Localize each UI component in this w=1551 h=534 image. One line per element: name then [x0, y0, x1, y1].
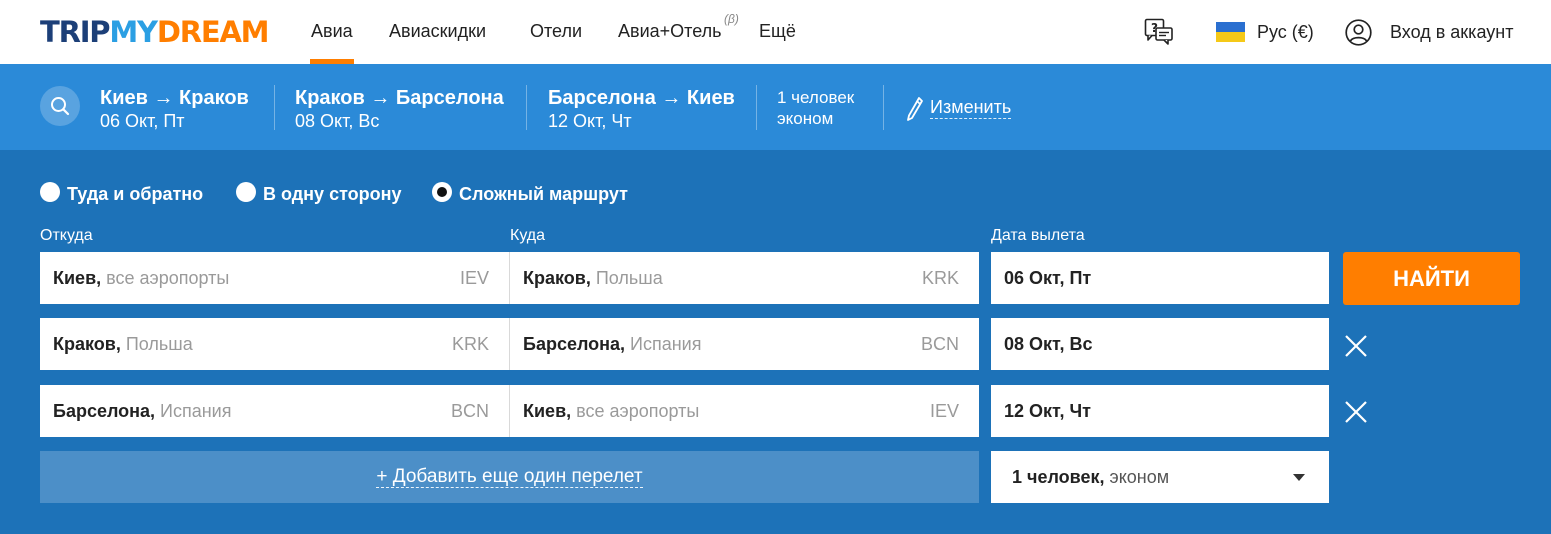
summary-passengers: 1 человек эконом — [777, 87, 854, 129]
summary-segment-2: Краков → Барселона 08 Окт, Вс — [295, 86, 504, 132]
departure-date-field[interactable]: 12 Окт, Чт — [991, 385, 1329, 437]
summary-segment-1: Киев → Краков 06 Окт, Пт — [100, 86, 249, 132]
departure-date-field[interactable]: 08 Окт, Вс — [991, 318, 1329, 370]
chevron-down-icon — [1293, 474, 1305, 481]
language-currency-selector[interactable]: Рус (€) — [1257, 21, 1314, 43]
passengers-class-select[interactable]: 1 человек, эконом — [991, 451, 1329, 503]
radio-button[interactable] — [40, 182, 60, 202]
airport-code: IEV — [929, 401, 959, 421]
login-link[interactable]: Вход в аккаунт — [1390, 21, 1513, 43]
airport-code: KRK — [451, 334, 489, 354]
summary-divider — [756, 85, 757, 130]
nav-item-avia-hotel[interactable]: Авиа+Отель — [618, 20, 721, 42]
summary-route: Киев → Краков — [100, 87, 249, 109]
search-icon — [51, 97, 70, 116]
to-column-label: Куда — [510, 227, 546, 244]
summary-date: 08 Окт, Вс — [295, 111, 380, 131]
airport-code: BCN — [450, 401, 489, 421]
search-summary-button[interactable] — [40, 86, 80, 126]
to-field[interactable]: Барселона, Испания BCN — [510, 318, 979, 370]
ukraine-flag-icon[interactable] — [1216, 22, 1245, 42]
summary-divider — [883, 85, 884, 130]
summary-divider — [526, 85, 527, 130]
date-column-label: Дата вылета — [991, 227, 1085, 244]
summary-cabin-class: эконом — [777, 109, 834, 128]
summary-passenger-count: 1 человек — [777, 88, 855, 107]
edit-search-link[interactable]: Изменить — [930, 96, 1012, 119]
add-flight-button[interactable]: + Добавить еще один перелет — [40, 451, 979, 503]
summary-route: Барселона → Киев — [548, 87, 735, 109]
pencil-icon[interactable] — [906, 96, 924, 122]
user-account-icon[interactable] — [1345, 19, 1372, 46]
from-field[interactable]: Краков, Польша KRK — [40, 318, 509, 370]
airport-code: BCN — [920, 334, 959, 354]
top-header: TRIPMYDREAM Авиа Авиаскидки Отели Авиа+О… — [0, 0, 1551, 64]
remove-flight-close-icon[interactable] — [1341, 397, 1371, 427]
summary-date: 06 Окт, Пт — [100, 111, 185, 131]
nav-item-avia[interactable]: Авиа — [310, 20, 354, 64]
search-button[interactable]: НАЙТИ — [1343, 252, 1520, 305]
remove-flight-close-icon[interactable] — [1341, 331, 1371, 361]
nav-item-avia-discounts[interactable]: Авиаскидки — [389, 20, 486, 42]
summary-route: Краков → Барселона — [295, 87, 504, 109]
tripmydream-logo[interactable]: TRIPMYDREAM — [40, 15, 270, 49]
help-chat-icon[interactable]: ? — [1144, 18, 1174, 46]
nav-item-more[interactable]: Ещё — [759, 20, 796, 42]
to-field[interactable]: Киев, все аэропорты IEV — [510, 385, 979, 437]
from-field[interactable]: Барселона, Испания BCN — [40, 385, 509, 437]
beta-badge: (β) — [724, 12, 739, 26]
departure-date-field[interactable]: 06 Окт, Пт — [991, 252, 1329, 304]
airport-code: IEV — [459, 268, 489, 288]
from-column-label: Откуда — [40, 227, 93, 244]
nav-item-hotels[interactable]: Отели — [530, 20, 582, 42]
summary-divider — [274, 85, 275, 130]
radio-button-selected[interactable] — [432, 182, 452, 202]
to-field[interactable]: Краков, Польша KRK — [510, 252, 979, 304]
summary-segment-3: Барселона → Киев 12 Окт, Чт — [548, 86, 735, 132]
from-field[interactable]: Киев, все аэропорты IEV — [40, 252, 509, 304]
summary-date: 12 Окт, Чт — [548, 111, 632, 131]
airport-code: KRK — [921, 268, 959, 288]
radio-button[interactable] — [236, 182, 256, 202]
